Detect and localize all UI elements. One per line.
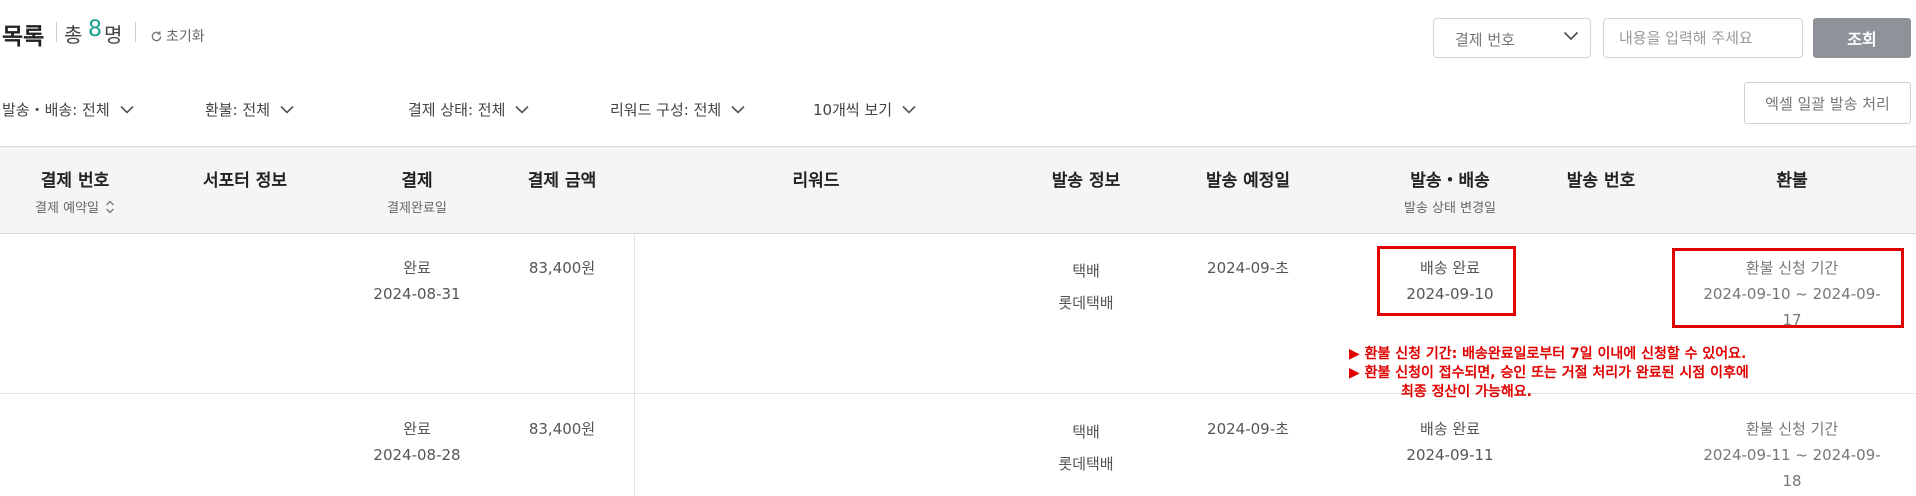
- ship-eta: 2024-09-초: [1207, 420, 1289, 438]
- column-header-supporter: 서포터 정보: [170, 166, 320, 191]
- search-button[interactable]: 조회: [1813, 18, 1911, 58]
- notice-line: ▶ 환불 신청이 접수되면, 승인 또는 거절 처리가 완료된 시점 이후에: [1349, 365, 1749, 381]
- chevron-down-icon: [120, 105, 134, 114]
- filter-label: 리워드 구성: 전체: [610, 101, 722, 119]
- total-unit: 명: [104, 23, 123, 47]
- filter-label: 발송・배송: 전체: [2, 101, 110, 119]
- column-header-ship-no: 발송 번호: [1541, 166, 1661, 191]
- chevron-down-icon: [731, 105, 745, 114]
- filter-label: 10개씩 보기: [813, 101, 893, 119]
- reset-label: 초기화: [166, 29, 205, 45]
- refund-notice: ▶ 환불 신청 기간: 배송완료일로부터 7일 이내에 신청할 수 있어요. ▶…: [1349, 345, 1909, 402]
- page-title: 목록: [2, 24, 45, 50]
- refund-period-label: 환불 신청 기간: [1745, 420, 1839, 438]
- column-subtitle: 발송 상태 변경일: [1404, 201, 1496, 216]
- highlight-box-refund: [1672, 248, 1904, 328]
- refund-period-range: 2024-09-11 ~ 2024-09-: [1703, 446, 1881, 464]
- chevron-down-icon: [902, 105, 916, 114]
- delivery-status: 배송 완료: [1420, 420, 1480, 438]
- reset-button[interactable]: 초기화: [150, 26, 205, 46]
- delivery-date: 2024-09-11: [1406, 446, 1494, 464]
- refund-period-range-end: 18: [1782, 472, 1802, 490]
- notice-line: 최종 정산이 가능해요.: [1401, 384, 1532, 400]
- column-title: 발송 예정일: [1205, 171, 1291, 191]
- divider: [56, 22, 57, 42]
- column-title: 발송・배송: [1410, 171, 1490, 191]
- filter-page-size[interactable]: 10개씩 보기: [813, 99, 916, 120]
- total-count: 8: [88, 17, 102, 42]
- column-subtitle: 결제완료일: [387, 201, 447, 216]
- filter-label: 결제 상태: 전체: [408, 101, 506, 119]
- payment-amount: 83,400원: [528, 259, 596, 277]
- notice-line: ▶ 환불 신청 기간: 배송완료일로부터 7일 이내에 신청할 수 있어요.: [1349, 346, 1747, 362]
- column-title: 서포터 정보: [202, 171, 288, 191]
- column-header-refund: 환불: [1732, 166, 1852, 191]
- payment-date: 2024-08-31: [373, 285, 461, 303]
- filter-shipping[interactable]: 발송・배송: 전체: [2, 99, 134, 120]
- courier: 롯데택배: [1058, 294, 1114, 312]
- table-row: 완료 2024-08-28 83,400원 택배 롯데택배 2024-09-초 …: [0, 394, 1916, 496]
- filter-refund[interactable]: 환불: 전체: [205, 99, 294, 120]
- filter-label: 환불: 전체: [205, 101, 271, 119]
- column-header-payment: 결제 결제완료일: [357, 166, 477, 216]
- payment-date: 2024-08-28: [373, 446, 461, 464]
- column-header-delivery: 발송・배송 발송 상태 변경일: [1370, 166, 1530, 216]
- column-header-amount: 결제 금액: [502, 166, 622, 191]
- column-title: 리워드: [792, 171, 840, 191]
- column-title: 환불: [1776, 171, 1808, 191]
- chevron-down-icon: [280, 105, 294, 114]
- ship-eta: 2024-09-초: [1207, 259, 1289, 277]
- filter-reward[interactable]: 리워드 구성: 전체: [610, 99, 745, 120]
- payment-status: 완료: [403, 420, 431, 438]
- search-input[interactable]: [1603, 18, 1803, 58]
- column-title: 결제 번호: [40, 171, 110, 191]
- column-title: 결제: [401, 171, 433, 191]
- highlight-box-delivery: [1377, 246, 1516, 316]
- column-title: 발송 번호: [1566, 171, 1636, 191]
- column-title: 발송 정보: [1051, 171, 1121, 191]
- column-subtitle: 결제 예약일: [35, 201, 99, 216]
- column-header-ship-info: 발송 정보: [1026, 166, 1146, 191]
- search-type-value: 결제 번호: [1455, 31, 1515, 49]
- chevron-down-icon: [515, 105, 529, 114]
- excel-bulk-ship-button[interactable]: 엑셀 일괄 발송 처리: [1744, 82, 1911, 124]
- column-header-payment-no[interactable]: 결제 번호 결제 예약일: [0, 166, 150, 216]
- column-title: 결제 금액: [527, 171, 597, 191]
- payment-amount: 83,400원: [528, 420, 596, 438]
- ship-method: 택배: [1072, 423, 1100, 441]
- total-label: 총: [64, 23, 83, 47]
- column-header-reward: 리워드: [756, 166, 876, 191]
- column-header-ship-eta: 발송 예정일: [1178, 166, 1318, 191]
- divider: [135, 22, 136, 42]
- chevron-down-icon: [1563, 31, 1579, 41]
- filter-payment-status[interactable]: 결제 상태: 전체: [408, 99, 529, 120]
- refresh-icon: [151, 30, 162, 41]
- sort-icon[interactable]: [105, 200, 115, 214]
- ship-method: 택배: [1072, 262, 1100, 280]
- payment-status: 완료: [403, 259, 431, 277]
- courier: 롯데택배: [1058, 455, 1114, 473]
